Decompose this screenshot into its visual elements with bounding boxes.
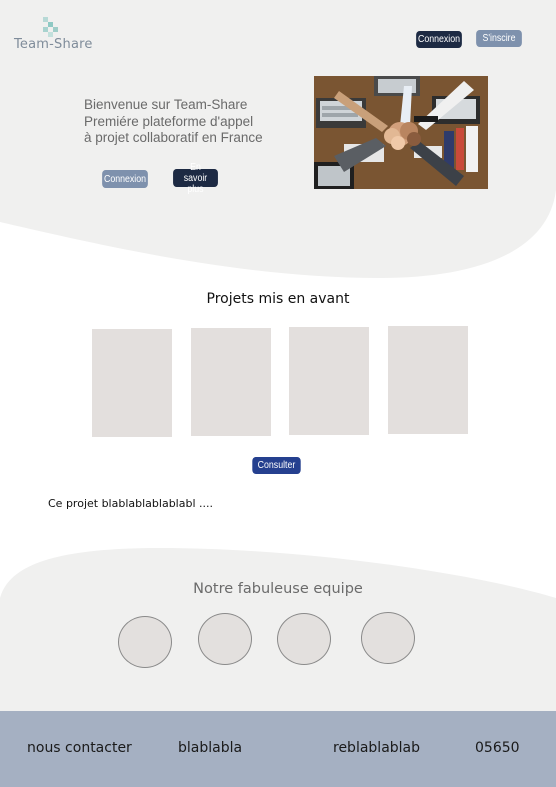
brand-name: Team-Share xyxy=(14,37,93,52)
team-title: Notre fabuleuse equipe xyxy=(193,581,363,597)
header-login-button[interactable]: Connexion xyxy=(416,31,462,48)
team-member-avatar xyxy=(361,612,415,664)
footer-item: blablabla xyxy=(178,740,243,756)
team-hands-photo xyxy=(314,76,488,189)
featured-title: Projets mis en avant xyxy=(206,291,350,307)
project-card[interactable] xyxy=(289,327,369,435)
team-member-avatar xyxy=(198,613,252,665)
hero-line-2: Premiére plateforme d'appel xyxy=(84,114,254,129)
consult-button[interactable]: Consulter xyxy=(252,457,301,474)
hero-line-3: à projet collaboratif en France xyxy=(84,130,263,145)
footer-item: reblablablab xyxy=(333,740,421,756)
project-card[interactable] xyxy=(191,328,271,436)
footer-contact-link[interactable]: nous contacter xyxy=(27,740,132,756)
team-member-avatar xyxy=(277,613,331,665)
project-description: Ce projet blablablablablabl .... xyxy=(48,497,213,510)
hero-line-1: Bienvenue sur Team-Share xyxy=(84,97,248,112)
team-member-avatar xyxy=(118,616,172,668)
header-signup-button[interactable]: S'inscire xyxy=(476,30,522,47)
project-card[interactable] xyxy=(388,326,468,434)
project-card[interactable] xyxy=(92,329,172,437)
hero-login-button[interactable]: Connexion xyxy=(102,170,148,188)
footer-item: 05650 xyxy=(475,740,520,756)
learn-more-button[interactable]: En savoir plus xyxy=(173,162,218,195)
